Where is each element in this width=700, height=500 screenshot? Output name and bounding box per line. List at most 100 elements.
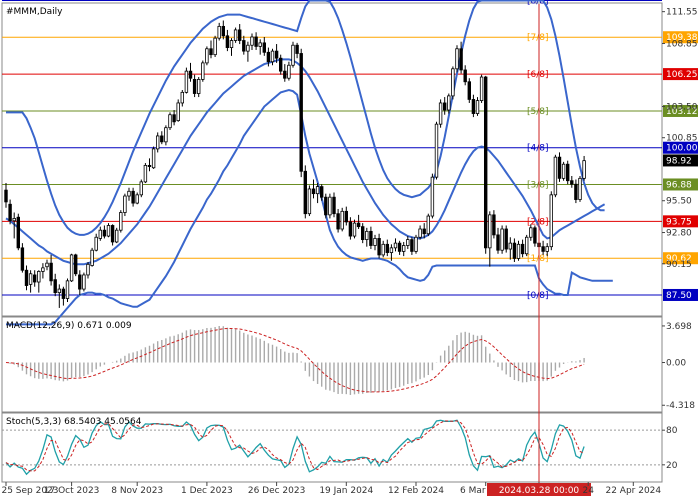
time-tick-label: 22 Apr 2024 [605, 486, 661, 496]
candle-body [360, 226, 365, 241]
candle-body [69, 254, 74, 282]
candle-body [401, 245, 406, 252]
candle-body [274, 50, 279, 59]
candle-body [151, 148, 156, 169]
candle-body [196, 78, 201, 94]
candle-body [451, 68, 455, 97]
candle-body [61, 288, 66, 299]
candle-body [172, 114, 176, 123]
candle-body [414, 236, 418, 252]
candle-body [557, 156, 562, 179]
candle-body [319, 186, 324, 198]
candle-body [549, 194, 553, 248]
current-price-label: 98.92 [666, 156, 692, 166]
candle-body [168, 114, 172, 129]
candle-body [270, 50, 275, 63]
price-tick-label: 103.50 [666, 102, 698, 112]
murrey-level-label: [0/8] [527, 291, 549, 301]
macd-tick-label: 3.698 [666, 322, 692, 332]
stoch-tick-label: 20 [666, 461, 678, 471]
candle-body [336, 213, 340, 230]
time-tick-label: 17 Oct 2023 [44, 486, 100, 496]
candle-body [184, 70, 189, 93]
candle-body [221, 25, 225, 37]
candle-body [442, 102, 447, 111]
price-tick-label: 90.15 [666, 260, 692, 270]
candle-body [98, 229, 102, 239]
stoch-tick-label: 80 [666, 426, 678, 436]
candle-body [578, 177, 582, 200]
candle-body [176, 102, 180, 122]
candle-body [455, 48, 459, 70]
candle-body [397, 242, 402, 252]
candle-body [12, 218, 16, 222]
candle-body [278, 57, 283, 72]
candle-body [295, 44, 299, 54]
candle-body [582, 160, 586, 179]
candle-body [381, 243, 385, 256]
candle-body [393, 242, 398, 249]
candle-body [373, 238, 377, 246]
candle-body [28, 273, 33, 285]
candle-body [45, 262, 49, 268]
candle-body [53, 279, 57, 294]
murrey-price-label: 100.00 [666, 144, 698, 154]
candle-body [553, 156, 558, 196]
candle-body [8, 203, 12, 222]
murrey-price-label: 96.88 [666, 180, 692, 190]
candle-body [344, 210, 348, 223]
candle-body [106, 225, 111, 237]
candle-body [160, 135, 164, 143]
candle-body [266, 51, 271, 63]
price-tick-label: 108.85 [666, 39, 698, 49]
murrey-price-label: 93.75 [666, 217, 692, 227]
candle-body [389, 247, 394, 253]
candle-body [131, 190, 135, 204]
candle-body [246, 44, 250, 52]
candle-body [467, 81, 471, 100]
price-chart: [8/8][7/8] 109.38[6/8] 106.25[5/8] 103.12[4… [0, 0, 700, 500]
candle-body [459, 48, 463, 71]
price-tick-label: 100.85 [666, 134, 698, 144]
candle-body [438, 102, 443, 125]
macd-label: MACD(12,26,9) 0.671 0.009 [6, 321, 132, 331]
macd-tick-label: 0.00 [666, 359, 686, 369]
candle-body [422, 228, 426, 235]
candle-body [110, 225, 115, 243]
candle-body [541, 246, 545, 252]
candle-body [192, 78, 197, 94]
candle-body [242, 40, 246, 52]
candle-body [33, 274, 37, 283]
candle-body [127, 190, 131, 197]
candle-body [475, 100, 480, 114]
candle-body [135, 194, 139, 204]
candle-body [4, 189, 8, 203]
candle-body [369, 230, 373, 246]
candle-body [287, 64, 291, 79]
candle-body [119, 212, 123, 231]
time-tick-label: 24 [582, 486, 594, 496]
murrey-level-label: [7/8] [527, 33, 549, 43]
candle-body [525, 236, 529, 255]
candle-body [225, 35, 230, 48]
candle-body [406, 239, 410, 246]
candle-body [479, 76, 484, 101]
candle-body [492, 214, 496, 236]
price-tick-label: 92.80 [666, 229, 692, 239]
murrey-level-label: [4/8] [527, 144, 549, 154]
candle-body [500, 228, 504, 251]
candle-body [188, 70, 193, 79]
candle-body [307, 188, 312, 215]
time-highlight-label: 2024.03.28 00:00 [499, 486, 580, 496]
candle-body [123, 195, 127, 213]
candle-body [520, 243, 525, 255]
time-tick-label: 26 Dec 2023 [248, 486, 306, 496]
murrey-price-label: 106.25 [666, 70, 698, 80]
candle-body [24, 269, 29, 286]
candle-body [340, 210, 344, 230]
candle-body [315, 186, 320, 195]
candle-body [258, 42, 262, 47]
murrey-level-label: [5/8] [527, 107, 549, 117]
candle-body [180, 91, 184, 104]
candle-body [229, 40, 234, 48]
